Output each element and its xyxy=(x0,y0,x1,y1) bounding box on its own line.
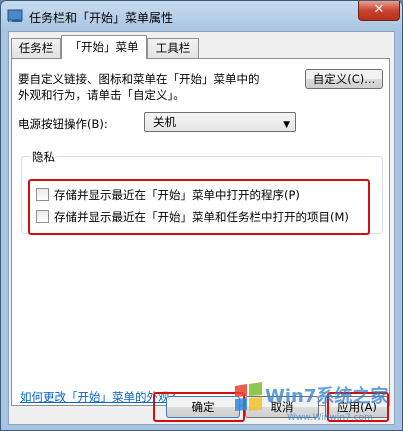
ok-highlight-box xyxy=(153,392,245,422)
apply-highlight-box xyxy=(327,392,389,422)
recent-items-label: 存储并显示最近在「开始」菜单和任务栏中打开的项目(M) xyxy=(54,210,349,224)
taskbar-properties-icon xyxy=(7,9,23,22)
recent-programs-option[interactable]: 存储并显示最近在「开始」菜单中打开的程序(P) xyxy=(36,187,300,203)
start-menu-panel: 要自定义链接、图标和菜单在「开始」菜单中的 外观和行为，请单击「自定义」。 自定… xyxy=(11,58,390,406)
close-button[interactable]: ✕ xyxy=(358,1,400,21)
customize-description: 要自定义链接、图标和菜单在「开始」菜单中的 外观和行为，请单击「自定义」。 xyxy=(18,72,260,102)
privacy-group-label: 隐私 xyxy=(30,149,57,165)
dialog-client: 任务栏 「开始」菜单 工具栏 要自定义链接、图标和菜单在「开始」菜单中的 外观和… xyxy=(8,31,395,425)
customize-button[interactable]: 自定义(C)... xyxy=(305,69,383,89)
tab-start-menu[interactable]: 「开始」菜单 xyxy=(61,35,147,59)
recent-programs-checkbox[interactable] xyxy=(36,188,49,201)
window-title: 任务栏和「开始」菜单属性 xyxy=(29,11,174,25)
power-button-value: 关机 xyxy=(153,115,176,129)
tab-toolbars[interactable]: 工具栏 xyxy=(147,38,199,58)
recent-programs-label: 存储并显示最近在「开始」菜单中打开的程序(P) xyxy=(54,188,300,202)
title-bar[interactable]: 任务栏和「开始」菜单属性 ✕ xyxy=(1,1,402,31)
power-button-select[interactable]: 关机 ▼ xyxy=(144,112,296,132)
power-button-label: 电源按钮操作(B): xyxy=(18,117,108,131)
recent-items-checkbox[interactable] xyxy=(36,210,49,223)
tab-taskbar[interactable]: 任务栏 xyxy=(11,38,61,58)
cancel-button[interactable]: 取消 xyxy=(245,396,319,418)
properties-window: 任务栏和「开始」菜单属性 ✕ 任务栏 「开始」菜单 工具栏 要自定义链接、图标和… xyxy=(0,0,403,431)
recent-items-option[interactable]: 存储并显示最近在「开始」菜单和任务栏中打开的项目(M) xyxy=(36,209,349,225)
dropdown-arrow-icon: ▼ xyxy=(283,120,290,130)
